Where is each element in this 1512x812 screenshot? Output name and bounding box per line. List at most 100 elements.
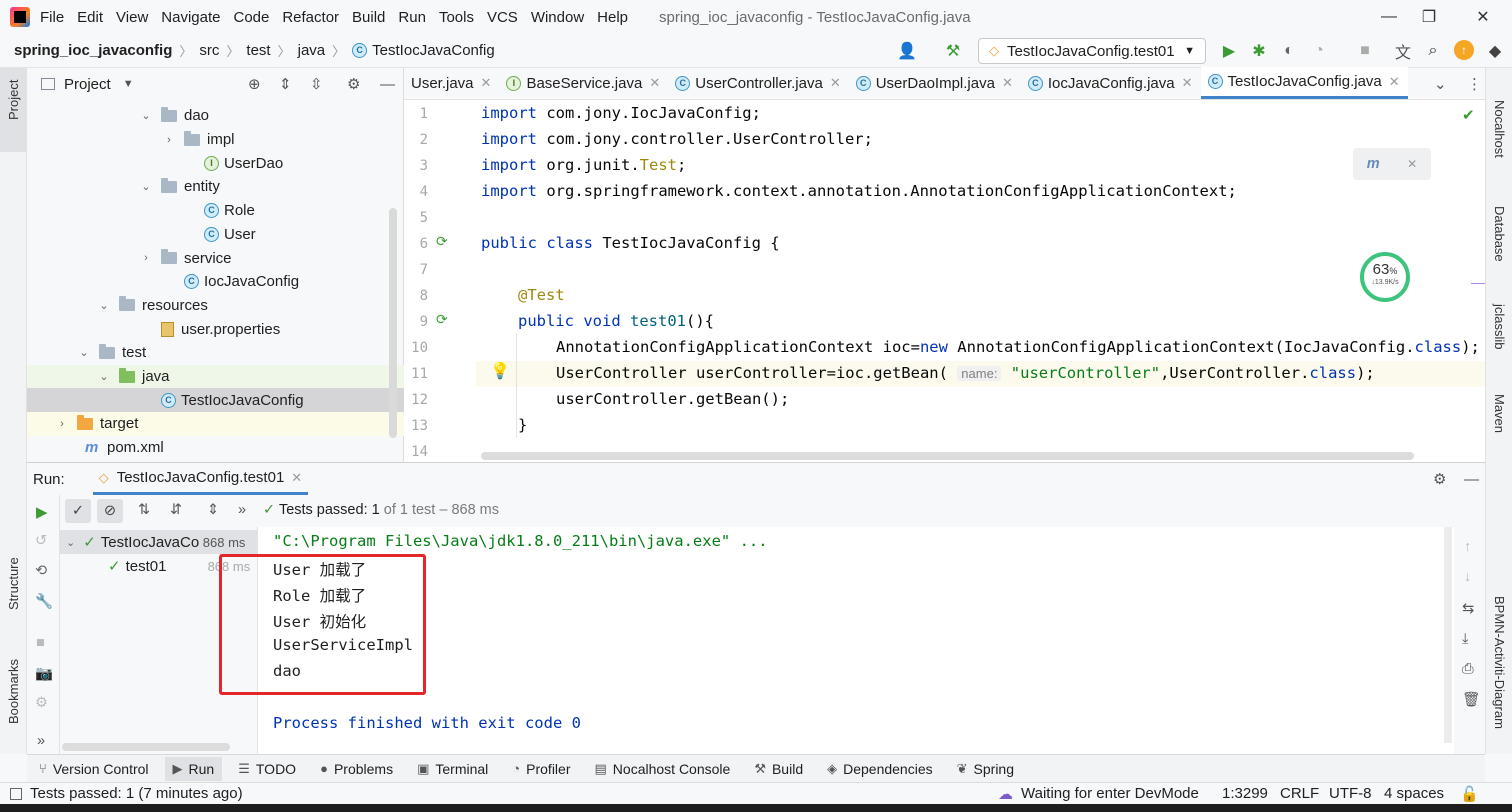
more-icon[interactable]: ⋮ bbox=[1467, 75, 1482, 93]
expand-all-icon[interactable]: ⇕ bbox=[207, 502, 219, 518]
collapse-all-icon[interactable]: ⇳ bbox=[310, 75, 323, 93]
run-configuration-select[interactable]: ◇ TestIocJavaConfig.test01 ▼ bbox=[978, 38, 1206, 64]
show-passed-icon[interactable]: ✓ bbox=[65, 499, 91, 523]
chevron-down-icon[interactable]: ⌄ bbox=[139, 180, 153, 193]
stop-icon[interactable]: ■ bbox=[1354, 40, 1376, 62]
tree-item[interactable]: › target bbox=[27, 412, 404, 436]
hide-icon[interactable]: — bbox=[380, 76, 395, 93]
menu-build[interactable]: Build bbox=[352, 9, 385, 26]
project-panel-title[interactable]: Project bbox=[64, 76, 111, 93]
more-icon[interactable]: » bbox=[238, 502, 246, 518]
close-icon[interactable]: ✕ bbox=[1389, 74, 1400, 90]
coverage-icon[interactable]: ◐ bbox=[1278, 40, 1300, 62]
search-icon[interactable]: ⌕ bbox=[1422, 40, 1444, 62]
horizontal-scrollbar[interactable] bbox=[481, 452, 1414, 460]
translate-icon[interactable]: 文 bbox=[1392, 40, 1414, 62]
user-icon[interactable]: 👤 bbox=[896, 40, 918, 62]
chevron-right-icon[interactable]: › bbox=[139, 252, 153, 264]
menu-tools[interactable]: Tools bbox=[439, 9, 474, 26]
menu-vcs[interactable]: VCS bbox=[487, 9, 518, 26]
tree-item[interactable]: user.properties bbox=[27, 317, 404, 341]
more-icon[interactable]: » bbox=[37, 733, 45, 749]
settings-icon[interactable]: ⚙ bbox=[35, 695, 48, 711]
status-encoding[interactable]: UTF-8 bbox=[1329, 785, 1372, 802]
chevron-down-icon[interactable]: ⌄ bbox=[1434, 75, 1447, 93]
status-devmode[interactable]: Waiting for enter DevMode bbox=[1021, 785, 1199, 802]
status-cursor-position[interactable]: 1:3299 bbox=[1222, 785, 1268, 802]
vertical-scrollbar[interactable] bbox=[1444, 527, 1452, 743]
print-icon[interactable]: ⎙ bbox=[1462, 661, 1474, 677]
tab-iocjavaconfig-java[interactable]: C IocJavaConfig.java ✕ bbox=[1021, 67, 1201, 99]
tab-testiocjavaconfig-java[interactable]: C TestIocJavaConfig.java ✕ bbox=[1200, 67, 1408, 99]
tab-baseservice-java[interactable]: I BaseService.java ✕ bbox=[499, 67, 668, 99]
database-tool-button[interactable]: Database bbox=[1492, 206, 1507, 262]
test-suite-row[interactable]: ⌄ ✓ TestIocJavaCor 868 ms bbox=[66, 533, 256, 552]
nocalhost-console-tool-button[interactable]: ▤ Nocalhost Console bbox=[595, 761, 731, 777]
close-icon[interactable]: ✕ bbox=[481, 75, 492, 91]
maximize-button[interactable]: ❐ bbox=[1406, 0, 1452, 34]
chevron-down-icon[interactable]: ⌄ bbox=[97, 299, 111, 312]
terminal-tool-button[interactable]: ▣ Terminal bbox=[417, 761, 488, 777]
tab-user-java[interactable]: User.java ✕ bbox=[404, 67, 499, 99]
chevron-right-icon[interactable]: › bbox=[162, 134, 176, 146]
menu-navigate[interactable]: Navigate bbox=[161, 9, 220, 26]
wrench-icon[interactable]: 🔧 bbox=[35, 593, 53, 610]
stop-icon[interactable]: ■ bbox=[36, 635, 45, 651]
chevron-down-icon[interactable]: ⌄ bbox=[139, 109, 153, 122]
tree-item[interactable]: m pom.xml bbox=[27, 436, 404, 460]
tab-userdaoimpl-java[interactable]: C UserDaoImpl.java ✕ bbox=[849, 67, 1021, 99]
status-indent[interactable]: 4 spaces bbox=[1384, 785, 1444, 802]
spring-tool-button[interactable]: ❦ Spring bbox=[957, 761, 1014, 777]
maven-reload-popup[interactable]: m ✕ bbox=[1353, 148, 1431, 180]
tree-item[interactable]: C Role bbox=[27, 199, 404, 223]
jclasslib-tool-button[interactable]: jclasslib bbox=[1492, 304, 1507, 350]
run-tab[interactable]: ◇ TestIocJavaConfig.test01 ✕ bbox=[92, 463, 309, 495]
chevron-down-icon[interactable]: ⌄ bbox=[97, 370, 111, 383]
close-icon[interactable]: ✕ bbox=[1182, 75, 1193, 91]
tree-item[interactable]: ⌄ resources bbox=[27, 294, 404, 318]
menu-run[interactable]: Run bbox=[398, 9, 426, 26]
profiler-tool-button[interactable]: ◔ Profiler bbox=[512, 761, 570, 777]
debug-icon[interactable]: ✱ bbox=[1248, 40, 1270, 62]
run-test-method-icon[interactable]: ⟳ bbox=[436, 311, 448, 328]
run-icon[interactable]: ▶ bbox=[1218, 40, 1240, 62]
version-control-tool-button[interactable]: ⑂ Version Control bbox=[39, 761, 149, 777]
close-icon[interactable]: ✕ bbox=[291, 470, 302, 486]
tool-windows-icon[interactable] bbox=[10, 787, 22, 800]
expand-all-icon[interactable]: ⇕ bbox=[279, 75, 292, 93]
toggle-auto-test-icon[interactable]: ⟲ bbox=[35, 563, 47, 579]
close-window-button[interactable]: ✕ bbox=[1460, 0, 1506, 34]
rerun-failed-icon[interactable]: ↺ bbox=[35, 533, 47, 549]
status-tests-passed[interactable]: Tests passed: 1 (7 minutes ago) bbox=[30, 785, 243, 802]
close-icon[interactable]: ✕ bbox=[649, 75, 660, 91]
menu-code[interactable]: Code bbox=[233, 9, 269, 26]
trash-icon[interactable]: 🗑 bbox=[1462, 691, 1480, 708]
breadcrumb-class[interactable]: TestIocJavaConfig bbox=[372, 42, 495, 59]
breadcrumb-java[interactable]: java bbox=[298, 42, 326, 59]
status-line-separator[interactable]: CRLF bbox=[1280, 785, 1319, 802]
tree-item[interactable]: ⌄ test bbox=[27, 341, 404, 365]
soft-wrap-icon[interactable]: ⇆ bbox=[1462, 601, 1474, 617]
structure-tool-button[interactable]: Structure bbox=[6, 557, 21, 610]
show-ignored-icon[interactable]: ⊘ bbox=[97, 499, 123, 523]
sort-alpha-icon[interactable]: ⇅ bbox=[138, 502, 150, 518]
chevron-down-icon[interactable]: ▼ bbox=[123, 78, 134, 90]
hide-icon[interactable]: — bbox=[1464, 471, 1479, 488]
breadcrumb-project[interactable]: spring_ioc_javaconfig bbox=[14, 42, 172, 59]
menu-file[interactable]: File bbox=[40, 9, 64, 26]
tab-usercontroller-java[interactable]: C UserController.java ✕ bbox=[668, 67, 848, 99]
tree-item[interactable]: › service bbox=[27, 246, 404, 270]
tree-item[interactable]: C TestIocJavaConfig bbox=[27, 388, 404, 413]
horizontal-scrollbar[interactable] bbox=[62, 743, 230, 751]
sort-duration-icon[interactable]: ⇵ bbox=[170, 502, 182, 518]
run-tool-button[interactable]: ▶ Run bbox=[164, 756, 223, 781]
tree-item[interactable]: C User bbox=[27, 223, 404, 247]
chevron-down-icon[interactable]: ⌄ bbox=[77, 346, 91, 359]
chevron-right-icon[interactable]: › bbox=[55, 418, 69, 430]
build-hammer-icon[interactable]: ⚒ bbox=[942, 40, 964, 62]
code-editor[interactable]: 1 2 3 4 5 6 7 8 9 10 11 12 13 14 import com.jony.IocJ… bbox=[404, 100, 1485, 462]
console-output[interactable]: "C:\Program Files\Java\jdk1.8.0_211\bin\… bbox=[258, 527, 1454, 755]
bpmn-tool-button[interactable]: BPMN-Activiti-Diagram bbox=[1492, 596, 1507, 729]
lock-icon[interactable]: 🔓 bbox=[1460, 785, 1479, 803]
lightbulb-icon[interactable]: 💡 bbox=[490, 361, 510, 381]
